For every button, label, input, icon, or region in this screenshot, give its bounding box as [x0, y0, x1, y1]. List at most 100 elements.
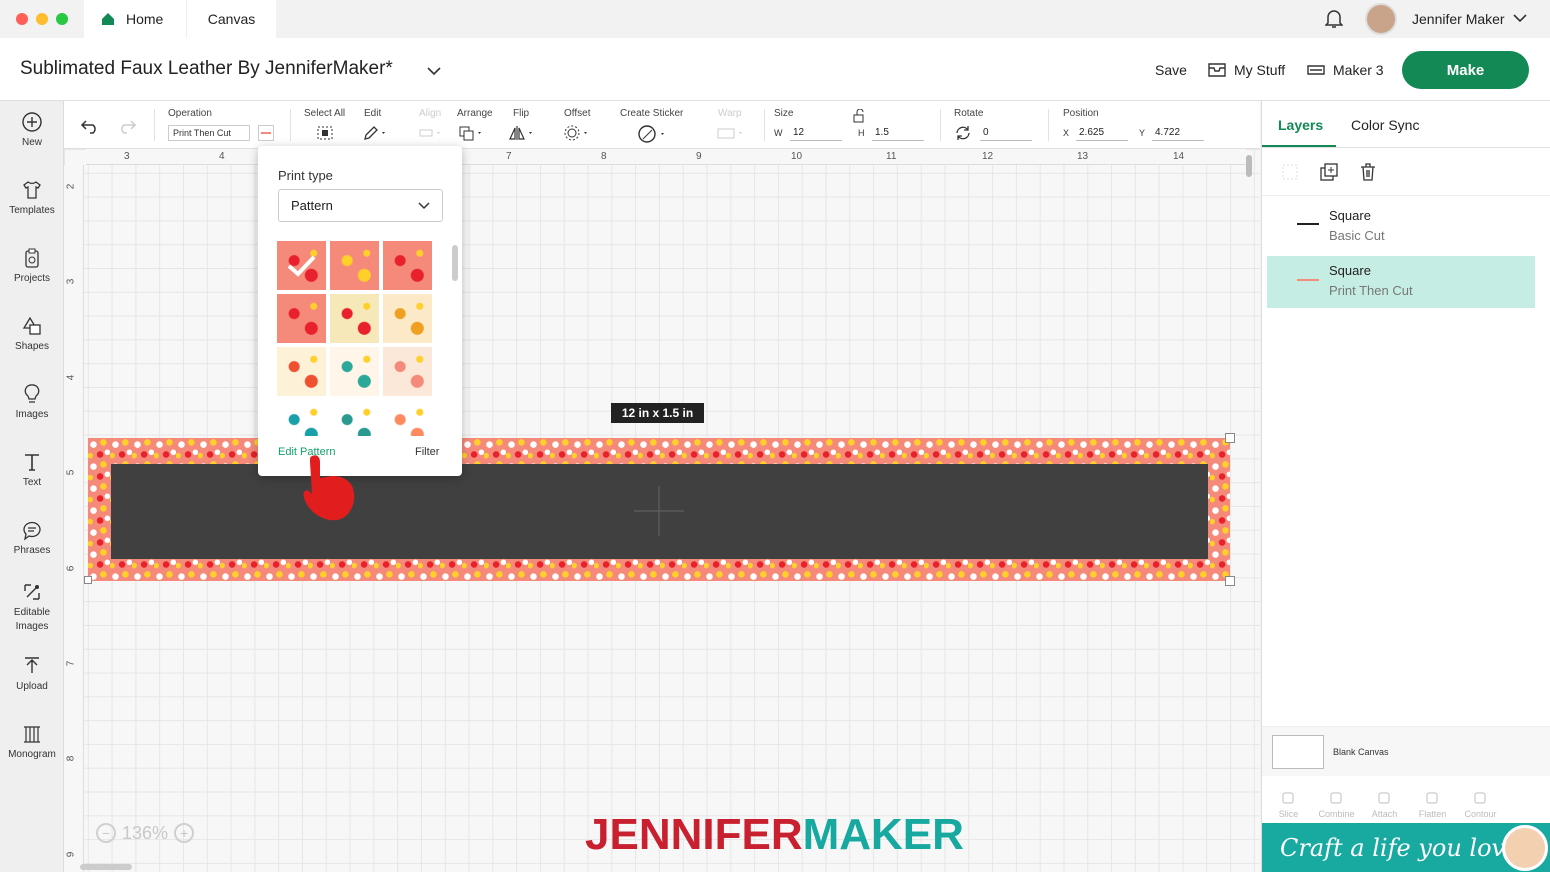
group-icon[interactable]: [1280, 162, 1300, 182]
edit-label: Edit: [364, 108, 382, 119]
pattern-swatch[interactable]: [330, 347, 379, 396]
ruler-tick-label: 3: [65, 278, 77, 285]
sidebar-item-new[interactable]: New: [0, 111, 64, 150]
vertical-scrollbar[interactable]: [1246, 155, 1252, 177]
print-type-dropdown[interactable]: Pattern: [278, 189, 443, 222]
filter-button[interactable]: Filter: [415, 446, 439, 458]
sidebar-item-label: Shapes: [15, 341, 49, 352]
operation-dropdown[interactable]: Print Then Cut: [168, 125, 250, 141]
height-field[interactable]: 1.5: [872, 125, 924, 141]
pattern-swatch[interactable]: [277, 241, 326, 290]
sidebar-item-images[interactable]: Images: [0, 383, 64, 422]
my-stuff-button[interactable]: My Stuff: [1208, 62, 1285, 78]
warp-icon[interactable]: [716, 125, 746, 141]
tool-label: Attach: [1371, 809, 1398, 819]
pattern-swatch[interactable]: [383, 347, 432, 396]
layer-item-selected[interactable]: Square Print Then Cut: [1267, 256, 1535, 308]
sidebar-item-label: Projects: [13, 273, 51, 284]
resize-handle[interactable]: [1225, 576, 1235, 586]
tool-combine[interactable]: Combine: [1314, 791, 1359, 819]
tool-slice[interactable]: Slice: [1266, 791, 1311, 819]
tool-attach[interactable]: Attach: [1362, 791, 1407, 819]
select-all-label: Select All: [304, 108, 346, 119]
save-button[interactable]: Save: [1155, 62, 1187, 78]
attach-icon: [1377, 792, 1390, 804]
y-field[interactable]: 4.722: [1152, 125, 1204, 141]
basic-cut-square-layer[interactable]: [111, 464, 1208, 559]
sidebar-item-shapes[interactable]: Shapes: [0, 315, 64, 354]
tab-color-sync[interactable]: Color Sync: [1351, 117, 1419, 133]
monogram-icon: [24, 726, 40, 743]
duplicate-icon[interactable]: [1319, 162, 1339, 182]
align-icon[interactable]: [418, 125, 444, 141]
sidebar-item-templates[interactable]: Templates: [0, 179, 64, 218]
tab-canvas[interactable]: Canvas: [186, 0, 276, 38]
sidebar-item-text[interactable]: Text: [0, 451, 64, 490]
ruler-tick-label: 6: [65, 565, 77, 572]
offset-icon[interactable]: [564, 125, 592, 141]
undo-icon[interactable]: [80, 118, 100, 134]
pattern-swatch[interactable]: [383, 241, 432, 290]
redo-icon[interactable]: [117, 118, 137, 134]
machine-button[interactable]: Maker 3: [1307, 62, 1384, 78]
x-field[interactable]: 2.625: [1076, 125, 1128, 141]
flip-icon[interactable]: [509, 125, 537, 141]
pattern-swatch[interactable]: [383, 294, 432, 343]
rotate-field[interactable]: 0: [980, 125, 1032, 141]
pattern-swatch[interactable]: [277, 400, 326, 436]
sidebar-item-editable-images[interactable]: Editable Images: [0, 581, 64, 634]
my-stuff-label: My Stuff: [1234, 62, 1286, 78]
tool-contour[interactable]: Contour: [1458, 791, 1503, 819]
color-swatch[interactable]: [258, 125, 274, 141]
tab-layers[interactable]: Layers: [1278, 117, 1323, 133]
bell-icon[interactable]: [1325, 9, 1343, 29]
slice-icon: [1281, 792, 1294, 804]
select-all-icon[interactable]: [316, 125, 334, 141]
avatar[interactable]: [1365, 3, 1397, 35]
dimension-tooltip: 12 in x 1.5 in: [611, 403, 704, 423]
tab-home[interactable]: Home: [84, 0, 186, 38]
chevron-down-icon[interactable]: [1513, 13, 1527, 23]
tool-flatten[interactable]: Flatten: [1410, 791, 1455, 819]
horizontal-scrollbar[interactable]: [80, 864, 132, 870]
blank-canvas-swatch[interactable]: [1272, 735, 1324, 769]
pattern-swatch[interactable]: [277, 294, 326, 343]
pencil-icon[interactable]: [362, 125, 388, 141]
maximize-window-button[interactable]: [56, 13, 68, 25]
pattern-swatch[interactable]: [330, 400, 379, 436]
resize-handle[interactable]: [84, 576, 92, 584]
sticker-icon[interactable]: [638, 125, 668, 143]
create-sticker-label: Create Sticker: [620, 108, 684, 119]
zoom-in-button[interactable]: +: [174, 823, 195, 843]
ruler-tick-label: 14: [1173, 151, 1185, 162]
arrange-icon[interactable]: [458, 125, 486, 141]
sidebar-item-monogram[interactable]: Monogram: [0, 723, 64, 762]
zoom-out-button[interactable]: −: [96, 823, 116, 843]
width-field[interactable]: 12: [790, 125, 842, 141]
lock-icon[interactable]: [852, 109, 866, 123]
layer-item[interactable]: Square Basic Cut: [1267, 201, 1535, 253]
project-title[interactable]: Sublimated Faux Leather By JenniferMaker…: [20, 58, 393, 80]
sidebar-item-phrases[interactable]: Phrases: [0, 519, 64, 558]
chevron-down-icon[interactable]: [427, 66, 441, 76]
user-name[interactable]: Jennifer Maker: [1412, 11, 1505, 27]
blank-canvas-row[interactable]: Blank Canvas: [1262, 726, 1550, 776]
pointer-hand-icon: [303, 455, 355, 521]
sidebar-item-label: Monogram: [8, 749, 56, 760]
minimize-window-button[interactable]: [36, 13, 48, 25]
close-window-button[interactable]: [16, 13, 28, 25]
plus-circle-icon: [22, 112, 42, 132]
size-label: Size: [774, 108, 794, 119]
sidebar-item-projects[interactable]: Projects: [0, 247, 64, 286]
make-button[interactable]: Make: [1402, 51, 1529, 89]
trash-icon[interactable]: [1358, 162, 1378, 182]
sidebar-item-upload[interactable]: Upload: [0, 655, 64, 694]
pattern-swatch[interactable]: [330, 294, 379, 343]
pattern-swatch[interactable]: [277, 347, 326, 396]
sidebar-item-label: Images: [15, 409, 49, 420]
resize-handle[interactable]: [1225, 433, 1235, 443]
pattern-swatch[interactable]: [330, 241, 379, 290]
pattern-swatch[interactable]: [383, 400, 432, 436]
layers-panel: Layers Color Sync Square Basic Cut Squar…: [1261, 101, 1550, 872]
swatch-scrollbar[interactable]: [452, 245, 458, 281]
